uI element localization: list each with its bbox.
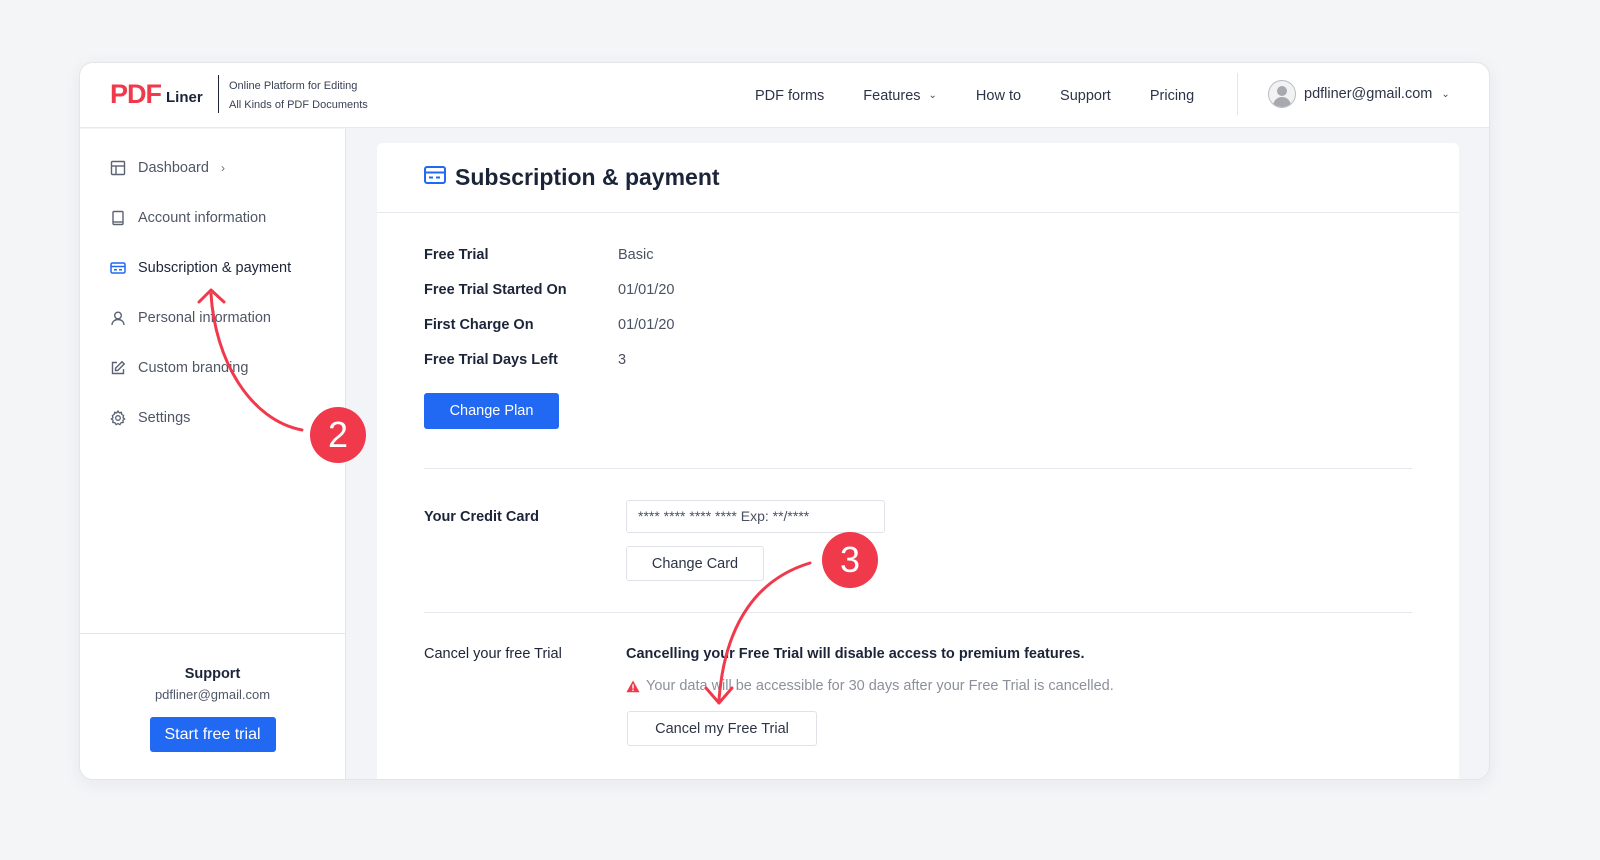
page-title: Subscription & payment [455,164,720,190]
subscription-card: Subscription & payment Free Trial Basic … [377,143,1459,779]
nav-label: Pricing [1149,87,1195,104]
annotation-badge-2: 2 [310,407,366,463]
start-free-trial-button[interactable]: Start free trial [149,717,276,752]
nav-label: Features [863,87,921,104]
detail-label: First Charge On [424,317,534,333]
tagline-line-2: All Kinds of PDF Documents [229,99,368,111]
avatar-icon [1268,80,1296,108]
divider [424,612,1412,613]
sidebar-item-label: Settings [138,410,191,426]
nav-divider [1237,73,1238,115]
logo-tagline: Online Platform for Editing All Kinds of… [229,77,368,115]
app-window: PDF Liner Online Platform for Editing Al… [79,62,1490,780]
sidebar-support: Support pdfliner@gmail.com Start free tr… [80,633,345,779]
logo-pdf: PDF [110,79,162,109]
sidebar-item-label: Dashboard [138,160,209,176]
cancel-warning: Your data will be accessible for 30 days… [626,678,1114,694]
nav-pdf-forms[interactable]: PDF forms [755,88,824,104]
cancel-message: Cancelling your Free Trial will disable … [626,646,1085,662]
cancel-label: Cancel your free Trial [424,646,562,662]
support-title: Support [184,666,241,682]
detail-label: Free Trial [424,247,489,263]
detail-label: Free Trial Days Left [424,352,558,368]
change-plan-button[interactable]: Change Plan [424,393,559,429]
logo[interactable]: PDF Liner [110,79,203,109]
book-icon [109,209,127,227]
nav-how-to[interactable]: How to [976,88,1021,104]
credit-card-icon [109,259,127,277]
chevron-right-icon: › [220,161,225,175]
user-icon [109,309,127,327]
annotation-badge-3: 3 [822,532,878,588]
tagline-line-1: Online Platform for Editing [229,80,358,92]
nav-label: Support [1060,87,1111,104]
sidebar-item-label: Personal information [138,310,271,326]
top-header: PDF Liner Online Platform for Editing Al… [80,63,1489,128]
sidebar-item-dashboard[interactable]: Dashboard › [109,159,225,177]
user-email: pdfliner@gmail.com [1304,86,1433,102]
sidebar-item-label: Custom branding [138,360,249,376]
user-menu[interactable]: pdfliner@gmail.com ⌄ [1268,80,1450,108]
support-email[interactable]: pdfliner@gmail.com [80,687,345,702]
detail-value: Basic [618,247,654,263]
nav-label: PDF forms [755,87,825,104]
nav-features[interactable]: Features ⌄ [863,88,937,104]
detail-value: 3 [618,352,627,368]
main-nav: PDF forms Features ⌄ How to Support Prici… [755,63,1233,128]
cancel-warning-text: Your data will be accessible for 30 days… [646,678,1114,694]
sidebar-item-account-information[interactable]: Account information [109,209,266,227]
logo-divider [218,75,219,113]
chevron-down-icon: ⌄ [1441,88,1450,100]
chevron-down-icon: ⌄ [928,90,937,101]
sidebar-item-label: Subscription & payment [138,260,292,276]
sidebar-item-settings[interactable]: Settings [109,409,190,427]
sidebar-item-custom-branding[interactable]: Custom branding [109,359,248,377]
sidebar-item-personal-information[interactable]: Personal information [109,309,271,327]
detail-value: 01/01/20 [618,317,675,333]
credit-card-icon [424,166,446,189]
gear-icon [109,409,127,427]
card-header: Subscription & payment [377,143,1459,213]
nav-support[interactable]: Support [1060,88,1111,104]
detail-value: 01/01/20 [618,282,675,298]
logo-liner: Liner [166,89,203,106]
nav-pricing[interactable]: Pricing [1150,88,1194,104]
sidebar: Dashboard › Account information Subscrip… [80,129,346,779]
sidebar-item-subscription-payment[interactable]: Subscription & payment [109,259,291,277]
layout-icon [109,159,127,177]
warning-icon [626,680,640,692]
detail-label: Free Trial Started On [424,282,567,298]
sidebar-item-label: Account information [138,210,267,226]
edit-icon [109,359,127,377]
credit-card-label: Your Credit Card [424,509,539,525]
credit-card-field[interactable]: **** **** **** **** Exp: **/**** [626,500,885,533]
nav-label: How to [975,87,1022,104]
cancel-free-trial-button[interactable]: Cancel my Free Trial [627,711,817,746]
divider [424,468,1412,469]
change-card-button[interactable]: Change Card [626,546,764,581]
